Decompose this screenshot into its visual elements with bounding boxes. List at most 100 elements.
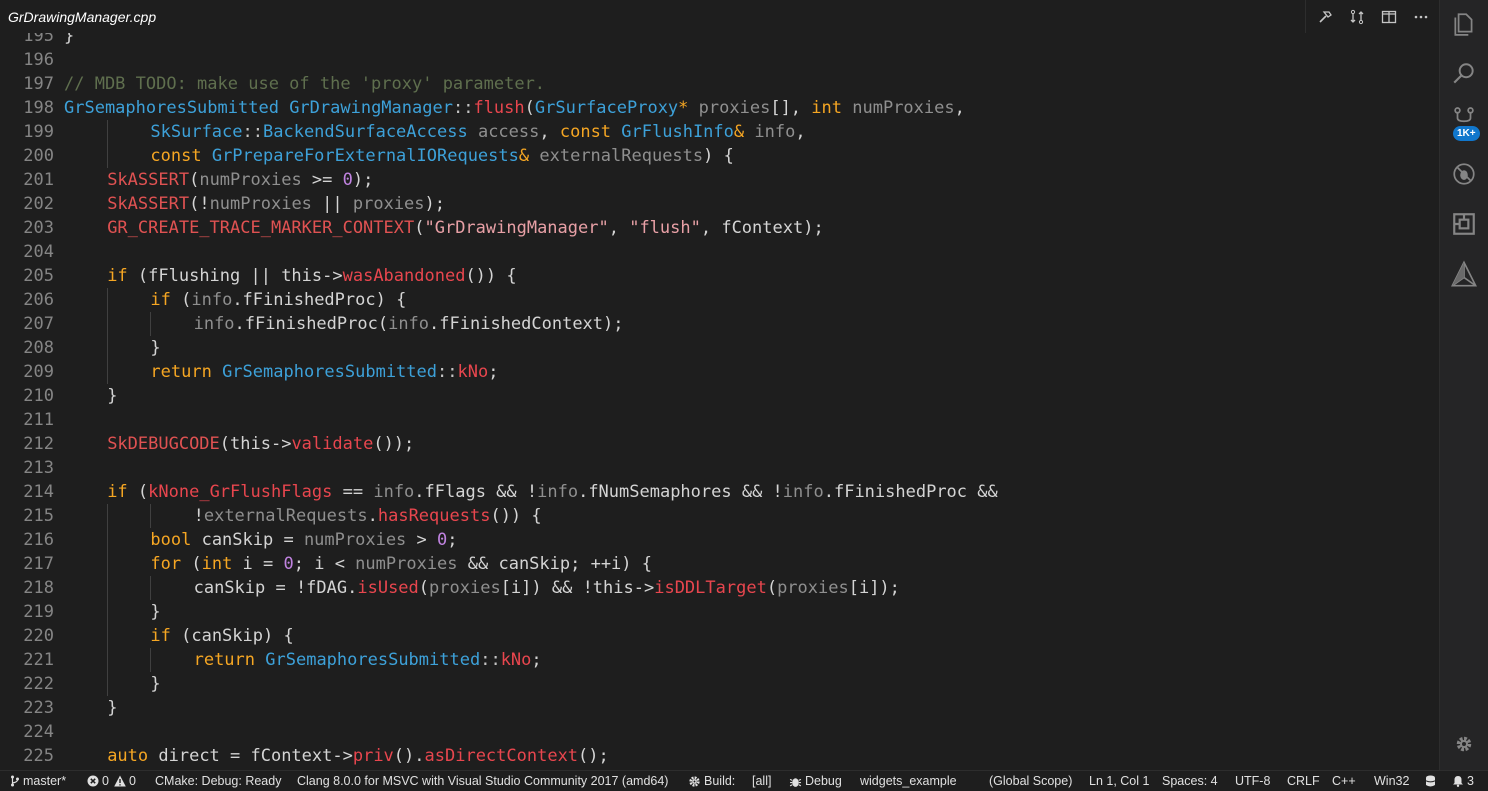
code-line[interactable]: 207 info.fFinishedProc(info.fFinishedCont… (0, 312, 1440, 336)
launch-target[interactable]: widgets_example (860, 771, 957, 791)
code-text: } (150, 672, 160, 696)
code-line[interactable]: 210} (0, 384, 1440, 408)
code-line[interactable]: 213 (0, 456, 1440, 480)
code-token: const (150, 146, 202, 166)
code-line[interactable]: 197 // MDB TODO: make use of the 'proxy' … (0, 72, 1440, 96)
compare-changes-icon[interactable] (1346, 6, 1368, 28)
code-token: & (733, 122, 745, 142)
cmake-kit[interactable]: Clang 8.0.0 for MSVC with Visual Studio … (297, 771, 668, 791)
code-text: info.fFinishedProc(info.fFinishedContext… (194, 312, 624, 336)
code-line[interactable]: 205 if (fFlushing || this->wasAbandoned()… (0, 264, 1440, 288)
code-token: ( (414, 218, 425, 238)
cmake-status[interactable]: CMake: Debug: Ready (155, 771, 281, 791)
platform[interactable]: Win32 (1374, 771, 1409, 791)
code-line[interactable]: 196 (0, 48, 1440, 72)
end-of-line[interactable]: CRLF (1287, 771, 1320, 791)
code-line[interactable]: 206 if (info.fFinishedProc) { (0, 288, 1440, 312)
code-line[interactable]: 214 if (kNone_GrFlushFlags == info.fFlags… (0, 480, 1440, 504)
code-token: "GrDrawingManager" (424, 218, 609, 238)
problems-indicator[interactable]: 0 0 (87, 771, 136, 791)
code-token: && canSkip; ++i) { (457, 554, 652, 574)
notifications[interactable]: 3 (1452, 771, 1474, 791)
code-token: return (193, 650, 256, 670)
git-branch[interactable]: master* (10, 771, 66, 791)
line-number: 202 (23, 194, 54, 214)
code-token: * (678, 98, 689, 118)
line-number: 216 (23, 530, 54, 550)
code-token: isDDLTarget (654, 578, 767, 598)
code-text: // MDB TODO: make use of the 'proxy' par… (64, 72, 545, 96)
code-line[interactable]: 221 return GrSemaphoresSubmitted::kNo; (0, 648, 1440, 672)
code-line[interactable]: 201 SkASSERT(numProxies >= 0); (0, 168, 1440, 192)
code-token: if (150, 626, 171, 646)
code-text: if (kNone_GrFlushFlags == info.fFlags &&… (107, 480, 998, 504)
code-editor[interactable]: 195} 196 197 // MDB TODO: make use of the '… (0, 33, 1440, 770)
debug-button[interactable]: Debug (789, 771, 842, 791)
code-line[interactable]: 211 (0, 408, 1440, 432)
hammer-icon[interactable] (1314, 6, 1336, 28)
cmake-icon[interactable] (1448, 258, 1480, 290)
extensions-icon[interactable] (1448, 208, 1480, 240)
code-line[interactable]: 224 (0, 720, 1440, 744)
code-line[interactable]: 223} (0, 696, 1440, 720)
line-number: 221 (23, 650, 54, 670)
code-token: access (477, 122, 540, 142)
code-token: , (608, 218, 630, 238)
code-token: [], (770, 98, 812, 118)
indentation[interactable]: Spaces: 4 (1162, 771, 1218, 791)
code-token: externalRequests (203, 506, 368, 526)
code-token: == (332, 482, 374, 502)
code-text: } (150, 600, 160, 624)
code-line[interactable]: 222} (0, 672, 1440, 696)
code-line[interactable]: 225 auto direct = fContext->priv().asDire… (0, 744, 1440, 768)
code-text: !externalRequests.hasRequests()) { (194, 504, 542, 528)
code-line[interactable]: 216 bool canSkip = numProxies > 0; (0, 528, 1440, 552)
code-token: } (150, 674, 161, 694)
code-line[interactable]: 204 (0, 240, 1440, 264)
code-text: if (info.fFinishedProc) { (150, 288, 406, 312)
code-token: proxies (698, 98, 771, 118)
launch-target-text: widgets_example (860, 774, 957, 788)
settings-gear-icon[interactable] (1448, 728, 1480, 760)
code-line[interactable]: 195} (0, 33, 1440, 48)
code-token: BackendSurfaceAccess (263, 122, 468, 142)
build-button[interactable]: Build: (688, 771, 735, 791)
code-token: 0 (437, 530, 448, 550)
language-mode[interactable]: C++ (1332, 771, 1356, 791)
code-line[interactable]: 219} (0, 600, 1440, 624)
code-token: ; (447, 530, 458, 550)
code-line[interactable]: 212 SkDEBUGCODE(this->validate()); (0, 432, 1440, 456)
line-number: 220 (23, 626, 54, 646)
code-token: , (795, 122, 806, 142)
split-editor-icon[interactable] (1378, 6, 1400, 28)
editor-tab[interactable]: GrDrawingManager.cpp (0, 0, 164, 33)
line-number: 197 (23, 74, 54, 94)
code-line[interactable]: 209 return GrSemaphoresSubmitted::kNo; (0, 360, 1440, 384)
code-line[interactable]: 202 SkASSERT(!numProxies || proxies); (0, 192, 1440, 216)
debug-icon[interactable] (1448, 158, 1480, 190)
debug-label: Debug (805, 774, 842, 788)
code-line[interactable]: 200 const GrPrepareForExternalIORequests&… (0, 144, 1440, 168)
code-line[interactable]: 215 !externalRequests.hasRequests()) { (0, 504, 1440, 528)
cursor-position[interactable]: Ln 1, Col 1 (1089, 771, 1149, 791)
code-text: SkASSERT(numProxies >= 0); (107, 168, 373, 192)
code-line[interactable]: 198 GrSemaphoresSubmitted GrDrawingManage… (0, 96, 1440, 120)
code-line[interactable]: 199 SkSurface::BackendSurfaceAccess acces… (0, 120, 1440, 144)
code-line[interactable]: 218 canSkip = !fDAG.isUsed(proxies[i]) &&… (0, 576, 1440, 600)
database-icon[interactable] (1425, 771, 1439, 791)
code-text: bool canSkip = numProxies > 0; (150, 528, 457, 552)
indent-guide (107, 144, 109, 168)
more-actions-icon[interactable] (1410, 6, 1432, 28)
build-target[interactable]: [all] (752, 771, 771, 791)
encoding[interactable]: UTF-8 (1235, 771, 1270, 791)
code-line[interactable]: 217 for (int i = 0; i < numProxies && can… (0, 552, 1440, 576)
code-token: numProxies (199, 170, 302, 190)
scope-indicator[interactable]: (Global Scope) (989, 771, 1072, 791)
code-line[interactable]: 208} (0, 336, 1440, 360)
line-number: 214 (23, 482, 54, 502)
explorer-icon[interactable] (1448, 8, 1480, 40)
code-line[interactable]: 203 GR_CREATE_TRACE_MARKER_CONTEXT("GrDra… (0, 216, 1440, 240)
code-line[interactable]: 220 if (canSkip) { (0, 624, 1440, 648)
search-icon[interactable] (1448, 58, 1480, 90)
